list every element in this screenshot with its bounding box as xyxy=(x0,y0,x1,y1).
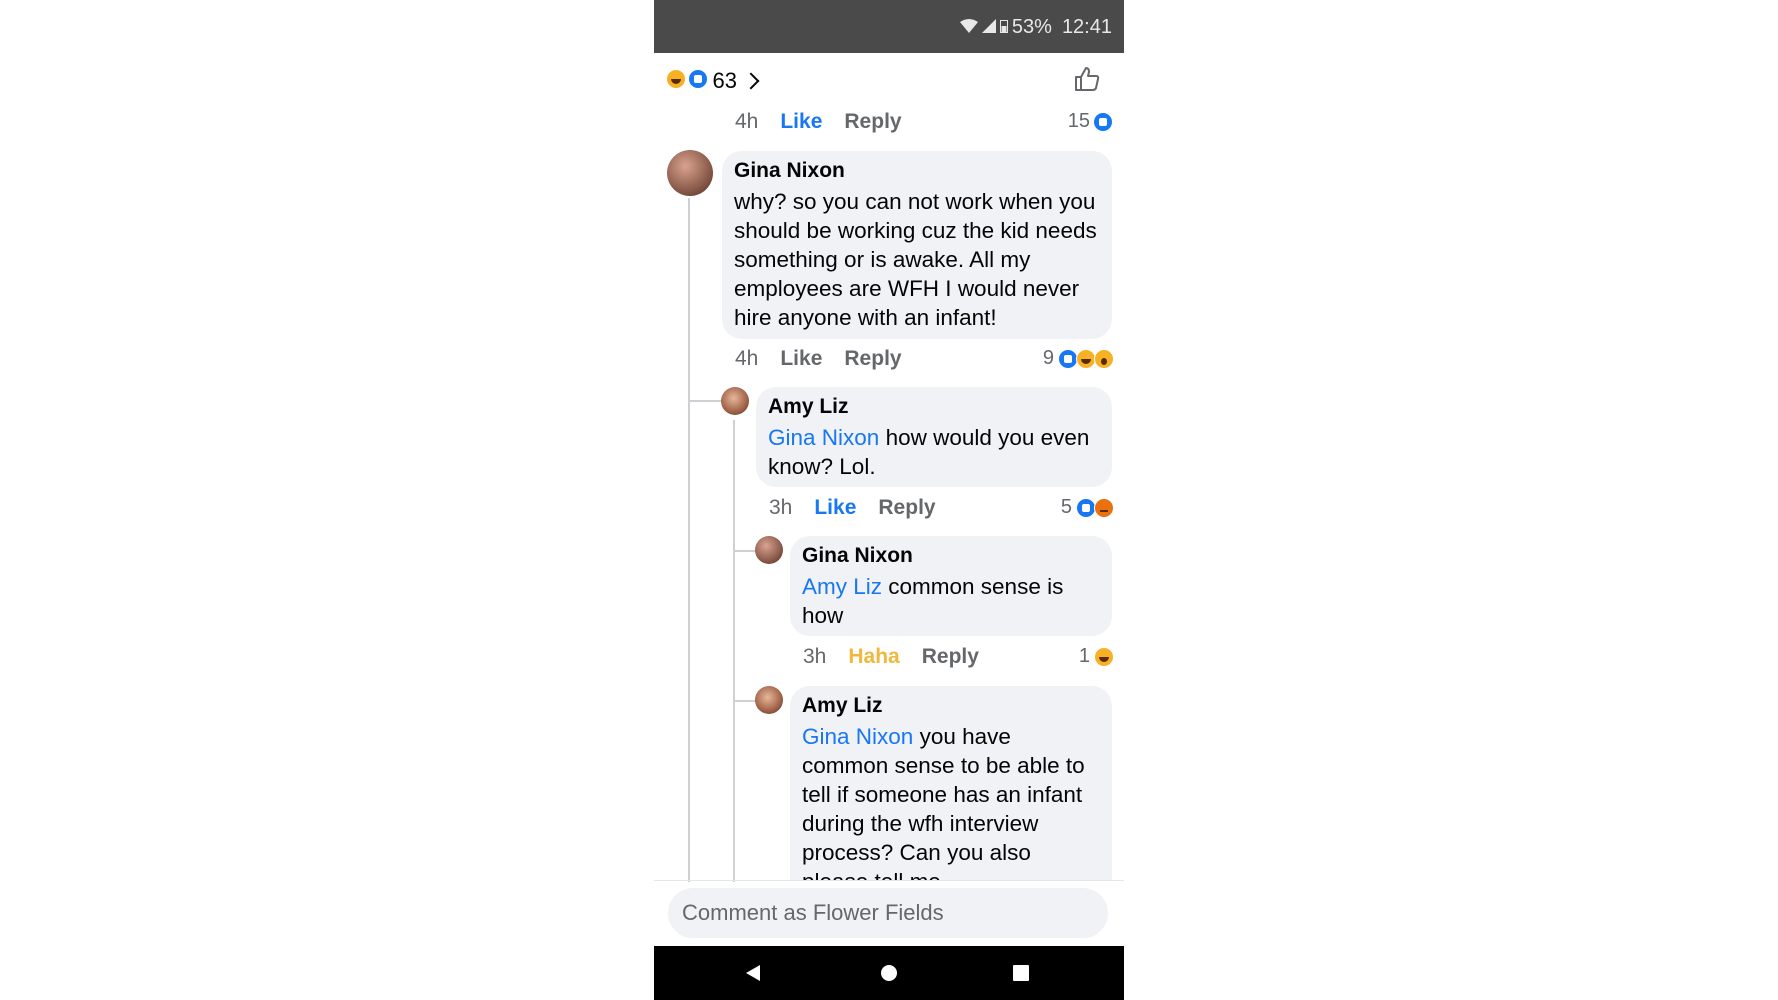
back-icon[interactable] xyxy=(746,965,760,981)
phone-screen: 53% 12:41 63 4h Like Reply 15 Gina Nixon… xyxy=(654,0,1124,1000)
comment-bubble: Amy Liz Gina Nixon you have common sense… xyxy=(790,686,1112,880)
divider xyxy=(654,880,1124,881)
android-nav-bar xyxy=(654,946,1124,1000)
comment-input[interactable]: Comment as Flower Fields xyxy=(668,888,1108,938)
comment-text: Gina Nixon you have common sense to be a… xyxy=(802,724,1085,880)
comment-author[interactable]: Amy Liz xyxy=(802,694,1100,718)
home-icon[interactable] xyxy=(881,965,897,981)
recent-apps-icon[interactable] xyxy=(1013,965,1029,981)
comment-clip: Amy Liz Gina Nixon you have common sense… xyxy=(654,0,1124,880)
mention-link[interactable]: Gina Nixon xyxy=(802,724,913,749)
